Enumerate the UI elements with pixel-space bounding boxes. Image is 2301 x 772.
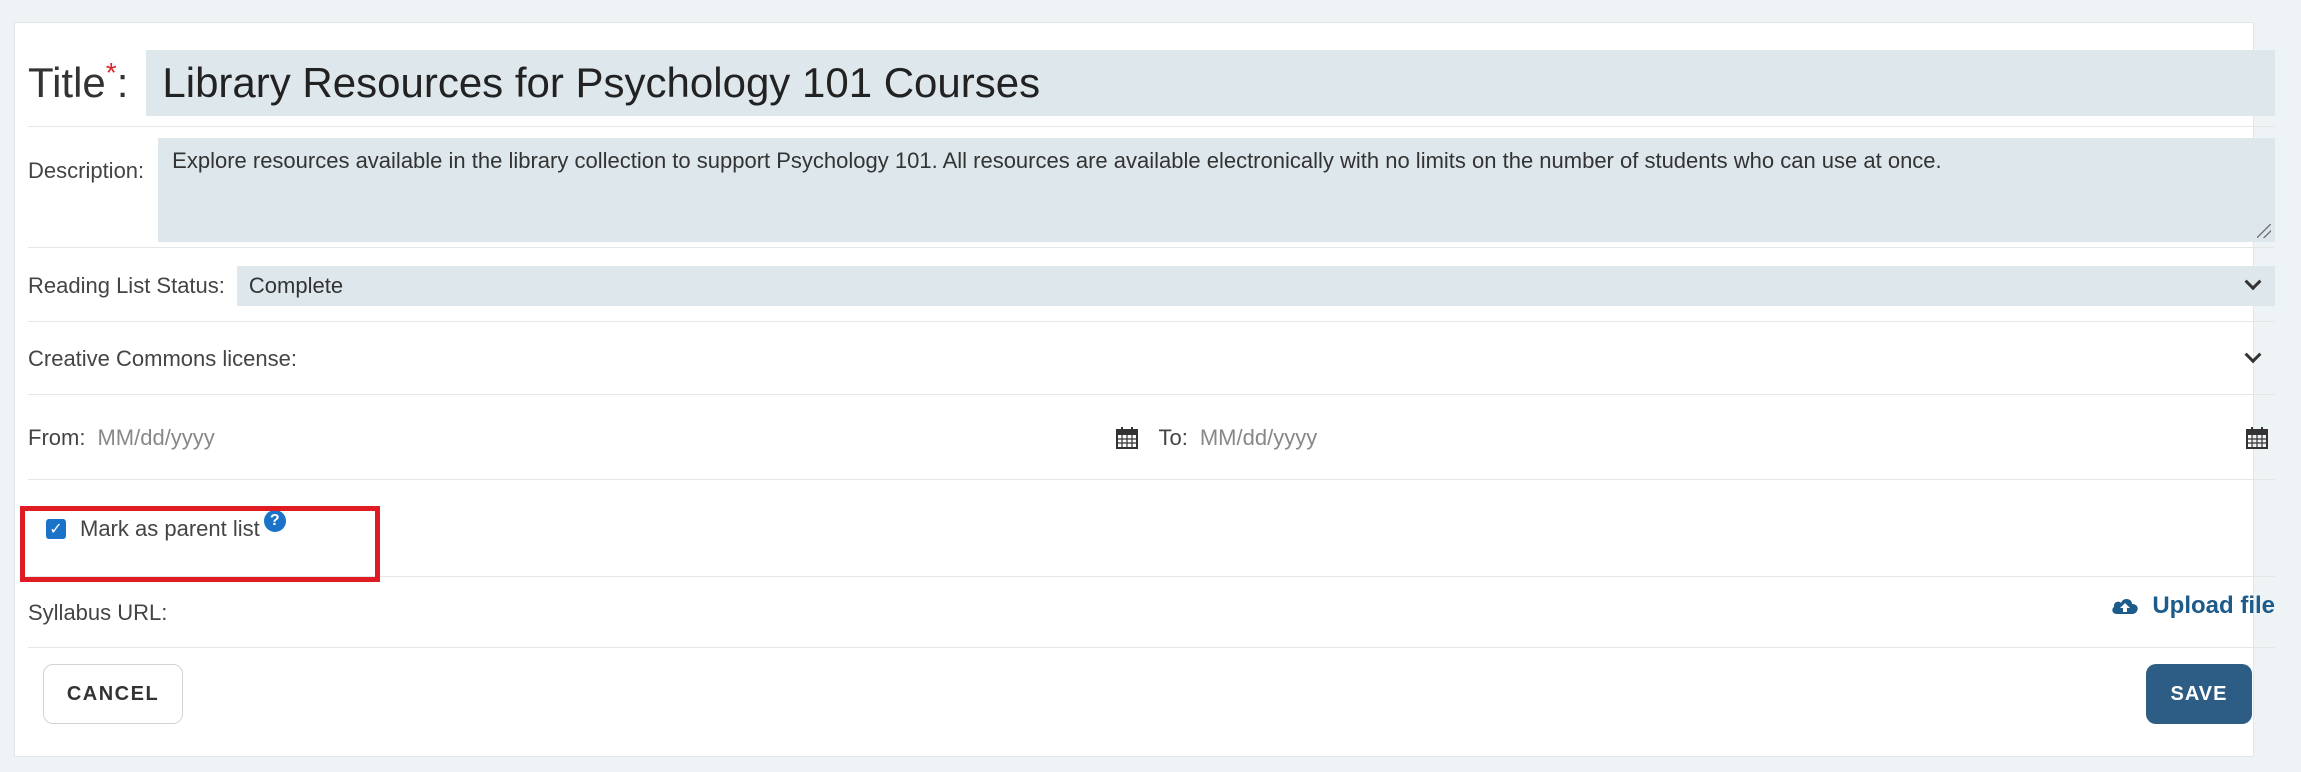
from-date-input[interactable]: MM/dd/yyyy bbox=[97, 425, 1114, 451]
status-row: Reading List Status: Complete bbox=[28, 250, 2275, 322]
description-textarea[interactable]: Explore resources available in the libra… bbox=[158, 138, 2275, 242]
title-input[interactable]: Library Resources for Psychology 101 Cou… bbox=[146, 50, 2275, 116]
syllabus-row: Syllabus URL: Upload file bbox=[28, 578, 2275, 648]
upload-file-label: Upload file bbox=[2152, 591, 2275, 619]
highlight-box bbox=[20, 506, 380, 582]
required-mark: * bbox=[105, 57, 117, 88]
status-value: Complete bbox=[248, 272, 344, 298]
title-label: Title*: bbox=[28, 57, 129, 107]
calendar-icon[interactable] bbox=[2245, 426, 2269, 450]
chevron-down-icon bbox=[2244, 272, 2262, 290]
status-label: Reading List Status: bbox=[28, 272, 225, 298]
from-label: From: bbox=[28, 424, 86, 450]
from-date-field[interactable]: From: MM/dd/yyyy bbox=[28, 418, 1145, 458]
description-text: Explore resources available in the libra… bbox=[172, 148, 1942, 173]
status-select[interactable]: Complete bbox=[236, 265, 2275, 306]
cc-license-select[interactable] bbox=[309, 339, 2275, 379]
syllabus-label: Syllabus URL: bbox=[28, 599, 168, 625]
chevron-down-icon bbox=[2244, 345, 2262, 363]
to-date-field[interactable]: To: MM/dd/yyyy bbox=[1145, 418, 2276, 458]
save-button[interactable]: SAVE bbox=[2146, 664, 2252, 724]
cc-license-row: Creative Commons license: bbox=[28, 323, 2275, 395]
description-label: Description: bbox=[28, 158, 145, 183]
title-row: Title*: Library Resources for Psychology… bbox=[28, 40, 2275, 127]
description-row: Description: Explore resources available… bbox=[28, 128, 2275, 248]
to-label: To: bbox=[1158, 424, 1188, 450]
resize-handle-icon[interactable] bbox=[2257, 224, 2271, 238]
calendar-icon[interactable] bbox=[1115, 426, 1139, 450]
cancel-button[interactable]: CANCEL bbox=[43, 664, 183, 724]
date-range-row: From: MM/dd/yyyy To: MM/dd/yyyy bbox=[28, 396, 2275, 480]
to-date-input[interactable]: MM/dd/yyyy bbox=[1200, 425, 2245, 451]
cc-license-label: Creative Commons license: bbox=[28, 345, 297, 371]
upload-file-link[interactable]: Upload file bbox=[2110, 592, 2275, 620]
cloud-upload-icon bbox=[2112, 598, 2139, 614]
